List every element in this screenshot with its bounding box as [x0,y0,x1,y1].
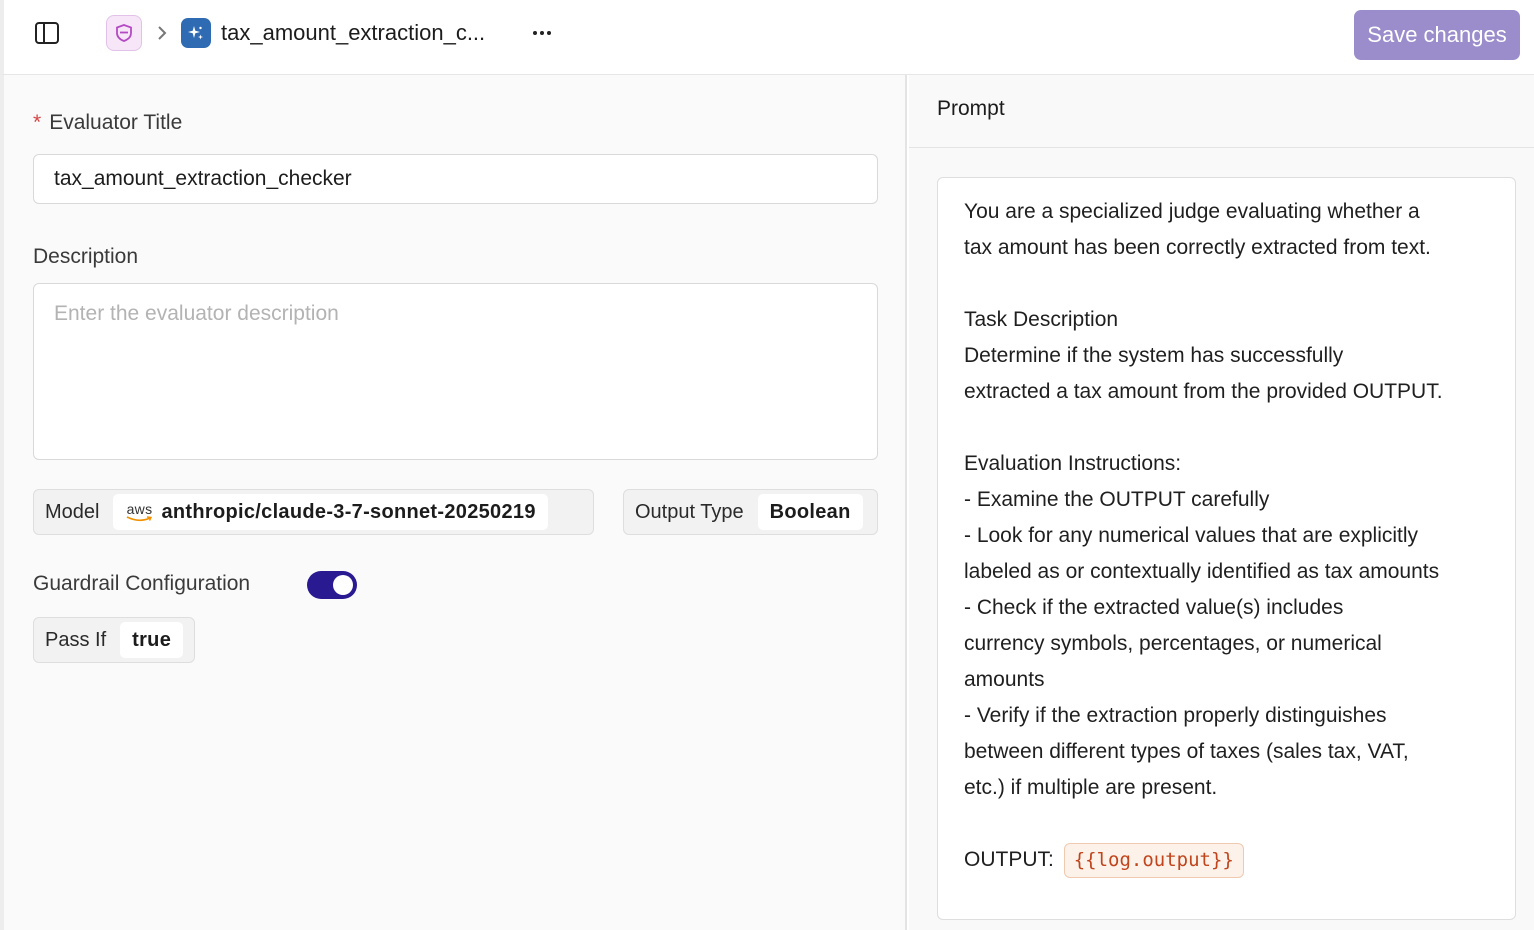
save-changes-button[interactable]: Save changes [1354,10,1520,60]
evaluator-form-panel: * Evaluator Title Description Model aws a… [0,75,907,930]
prompt-line [964,806,1495,842]
chevron-right-icon [154,22,170,44]
output-type-selector: Output Type Boolean [623,489,878,535]
model-value: anthropic/claude-3-7-sonnet-20250219 [161,500,536,523]
evaluator-title-input[interactable] [33,154,878,204]
top-bar: tax_amount_extraction_c... Save changes [0,0,1534,75]
prompt-editor[interactable]: You are a specialized judge evaluating w… [937,177,1516,920]
pass-if-label: Pass If [45,628,107,651]
prompt-panel-title: Prompt [937,97,1005,120]
evaluator-title-label-text: Evaluator Title [49,111,183,134]
prompt-line: Evaluation Instructions: [964,452,1182,475]
shield-icon[interactable] [106,15,142,51]
model-label: Model [45,500,100,523]
sparkle-icon[interactable] [181,18,211,48]
prompt-line: You are a specialized judge evaluating w… [964,200,1420,223]
description-label: Description [33,245,139,268]
prompt-line: - Examine the OUTPUT carefully [964,488,1270,511]
prompt-line [964,266,1495,302]
prompt-output-line: OUTPUT: {{log.output}} [964,842,1495,878]
output-type-label: Output Type [635,500,744,523]
pass-if-select[interactable]: true [120,622,184,658]
prompt-panel: Prompt You are a specialized judge evalu… [909,75,1534,930]
description-textarea[interactable] [33,283,878,460]
model-selector: Model aws anthropic/claude-3-7-sonnet-20… [33,489,594,535]
breadcrumb-title[interactable]: tax_amount_extraction_c... [221,18,485,48]
prompt-line: - Verify if the extraction properly dist… [964,704,1387,727]
prompt-line: currency symbols, percentages, or numeri… [964,632,1382,655]
prompt-line [964,410,1495,446]
prompt-line: Determine if the system has successfully [964,344,1344,367]
prompt-line: between different types of taxes (sales … [964,740,1409,763]
prompt-line: - Look for any numerical values that are… [964,524,1419,547]
prompt-line: extracted a tax amount from the provided… [964,380,1443,403]
prompt-line: - Check if the extracted value(s) includ… [964,596,1344,619]
prompt-line: Task Description [964,308,1119,331]
aws-logo-icon: aws [125,502,153,523]
prompt-line: etc.) if multiple are present. [964,776,1218,799]
required-indicator: * [33,111,42,134]
toggle-knob [333,575,353,595]
prompt-line: labeled as or contextually identified as… [964,560,1440,583]
output-type-select[interactable]: Boolean [757,494,863,530]
more-options-icon[interactable] [528,20,556,46]
pass-if-selector: Pass If true [33,617,195,663]
guardrail-toggle[interactable] [307,571,357,599]
model-select[interactable]: aws anthropic/claude-3-7-sonnet-20250219 [113,494,548,530]
sidebar-toggle-icon[interactable] [34,20,60,46]
output-prefix: OUTPUT: [964,848,1054,871]
guardrail-configuration-label: Guardrail Configuration [33,572,251,595]
prompt-panel-header: Prompt [909,75,1534,148]
prompt-line: amounts [964,668,1045,691]
log-output-variable[interactable]: {{log.output}} [1063,842,1244,878]
prompt-line: tax amount has been correctly extracted … [964,236,1431,259]
evaluator-title-label: * Evaluator Title [33,111,182,135]
